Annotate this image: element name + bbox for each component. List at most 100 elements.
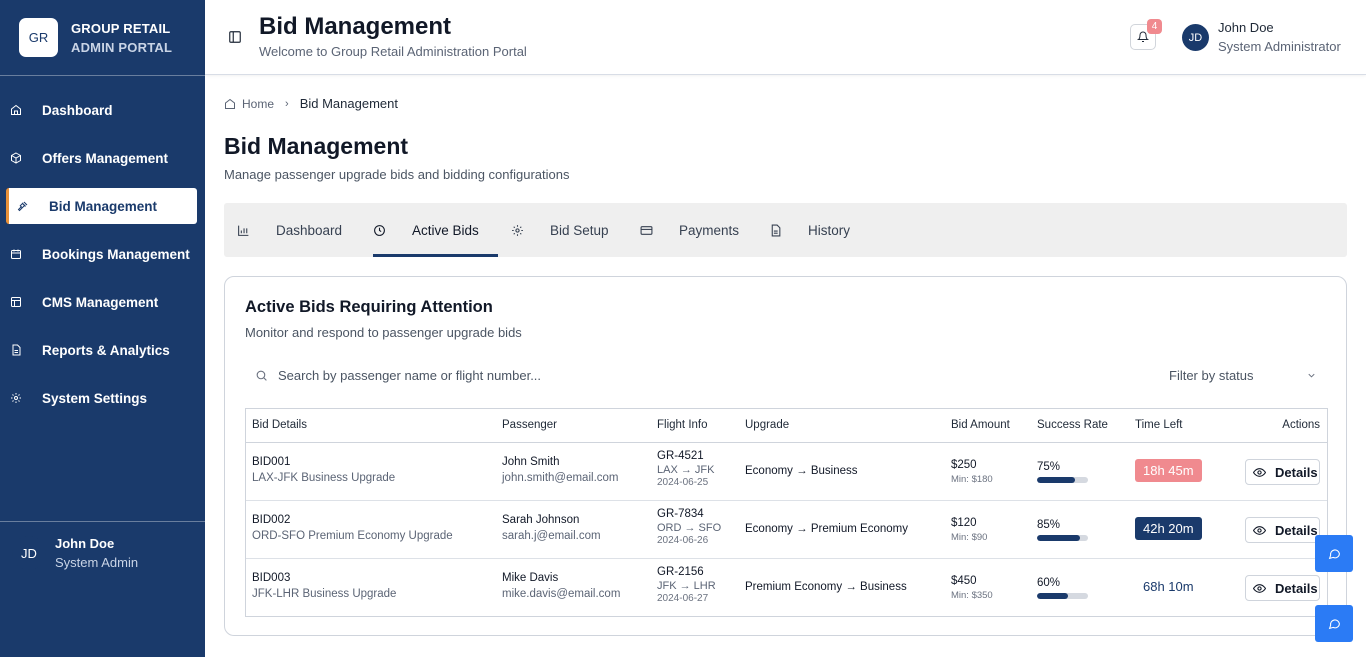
- passenger-name: Mike Davis: [502, 572, 559, 584]
- flight-cell: GR-2156 JFK → LHR 2024-06-27: [657, 566, 716, 604]
- search-input[interactable]: [278, 367, 878, 383]
- upgrade-cell: Economy → Premium Economy: [745, 523, 908, 535]
- status-filter-select[interactable]: Filter by status: [1169, 360, 1329, 390]
- gavel-icon: [17, 200, 29, 212]
- tab-bid-setup[interactable]: Bid Setup: [511, 203, 609, 257]
- passenger-email: sarah.j@email.com: [502, 530, 601, 542]
- sidebar-item-cms[interactable]: CMS Management: [0, 284, 205, 320]
- flight-date: 2024-06-26: [657, 535, 709, 546]
- details-button[interactable]: Details: [1245, 575, 1320, 601]
- brand: GR GROUP RETAIL ADMIN PORTAL: [0, 0, 205, 76]
- table-header: Bid Details Passenger Flight Info Upgrad…: [246, 409, 1327, 443]
- col-bid-amount: Bid Amount: [951, 419, 1010, 431]
- success-rate-cell: 75%: [1037, 461, 1088, 483]
- file-text-icon: [771, 224, 781, 236]
- sidebar-item-bookings[interactable]: Bookings Management: [0, 236, 205, 272]
- flight-number: GR-2156: [657, 566, 704, 578]
- tab-label: Dashboard: [276, 222, 343, 238]
- bid-amount: $450: [951, 575, 977, 587]
- flight-number: GR-7834: [657, 508, 704, 520]
- brand-line2: ADMIN PORTAL: [71, 39, 173, 55]
- sidebar-item-settings[interactable]: System Settings: [0, 380, 205, 416]
- time-left-badge: 68h 10m: [1143, 579, 1194, 594]
- flight-route: ORD → SFO: [657, 522, 722, 534]
- sidebar-nav: Dashboard Offers Management Bid Manageme…: [0, 92, 205, 428]
- sidebar-item-dashboard[interactable]: Dashboard: [0, 92, 205, 128]
- amount-cell: $450 Min: $350: [951, 575, 993, 601]
- brand-line1: GROUP RETAIL: [71, 20, 171, 36]
- message-circle-icon: [1328, 619, 1340, 630]
- bids-table: Bid Details Passenger Flight Info Upgrad…: [245, 408, 1328, 617]
- success-rate-bar: [1037, 535, 1088, 541]
- time-left-badge: 42h 20m: [1135, 517, 1202, 540]
- tab-active-bids[interactable]: Active Bids: [373, 203, 479, 257]
- upgrade-cell: Economy → Business: [745, 465, 858, 477]
- sidebar-item-offers[interactable]: Offers Management: [0, 140, 205, 176]
- table-row: BID003 JFK-LHR Business Upgrade Mike Dav…: [246, 559, 1327, 616]
- bid-id: BID001: [252, 456, 291, 468]
- tab-history[interactable]: History: [769, 203, 850, 257]
- success-rate-bar: [1037, 593, 1088, 599]
- top-header: Bid Management Welcome to Group Retail A…: [205, 0, 1366, 75]
- success-rate-cell: 60%: [1037, 577, 1088, 599]
- details-button[interactable]: Details: [1245, 459, 1320, 485]
- chat-button-secondary[interactable]: [1315, 605, 1353, 642]
- sidebar-user-role: System Admin: [55, 555, 139, 570]
- sidebar-toggle-icon[interactable]: [228, 30, 242, 44]
- sidebar-item-bid-management[interactable]: Bid Management: [6, 188, 197, 224]
- active-tab-indicator: [373, 254, 498, 257]
- tab-label: Active Bids: [412, 222, 479, 238]
- sidebar-item-label: Bookings Management: [42, 246, 190, 262]
- details-button[interactable]: Details: [1245, 517, 1320, 543]
- bid-id: BID002: [252, 514, 291, 526]
- flight-date: 2024-06-27: [657, 593, 709, 604]
- passenger-email: mike.davis@email.com: [502, 588, 621, 600]
- col-bid-details: Bid Details: [252, 419, 307, 431]
- active-bids-card: Active Bids Requiring Attention Monitor …: [224, 276, 1347, 636]
- col-passenger: Passenger: [502, 419, 557, 431]
- col-time-left: Time Left: [1135, 419, 1183, 431]
- flight-number: GR-4521: [657, 450, 704, 462]
- header-user-name: John Doe: [1218, 20, 1274, 35]
- bid-details-cell: BID002 ORD-SFO Premium Economy Upgrade: [252, 514, 453, 542]
- sidebar-user[interactable]: JD John Doe System Admin: [0, 521, 205, 584]
- card-description: Monitor and respond to passenger upgrade…: [245, 325, 522, 340]
- sidebar-user-name: John Doe: [55, 536, 115, 551]
- page-title: Bid Management: [224, 133, 409, 159]
- passenger-name: John Smith: [502, 456, 560, 468]
- sidebar-item-reports[interactable]: Reports & Analytics: [0, 332, 205, 368]
- flight-date: 2024-06-25: [657, 477, 709, 488]
- passenger-email: john.smith@email.com: [502, 472, 619, 484]
- details-label: Details: [1275, 464, 1318, 480]
- upgrade-cell: Premium Economy → Business: [745, 581, 907, 593]
- filter-label: Filter by status: [1169, 367, 1254, 383]
- col-upgrade: Upgrade: [745, 419, 790, 431]
- sidebar: GR GROUP RETAIL ADMIN PORTAL Dashboard O…: [0, 0, 205, 657]
- tab-dashboard[interactable]: Dashboard: [237, 203, 342, 257]
- home-icon: [10, 104, 22, 116]
- bid-details-cell: BID001 LAX-JFK Business Upgrade: [252, 456, 395, 484]
- success-rate-value: 85%: [1037, 519, 1061, 531]
- header-subtitle: Welcome to Group Retail Administration P…: [259, 44, 527, 59]
- col-actions: Actions: [1282, 419, 1320, 431]
- chevron-down-icon: [1308, 373, 1315, 378]
- flight-route: LAX → JFK: [657, 464, 715, 476]
- breadcrumb-home[interactable]: Home: [242, 97, 274, 111]
- flight-cell: GR-4521 LAX → JFK 2024-06-25: [657, 450, 714, 488]
- clock-icon: [374, 224, 385, 236]
- header-user-role: System Administrator: [1218, 39, 1341, 54]
- sidebar-item-label: Reports & Analytics: [42, 342, 170, 358]
- tab-label: Bid Setup: [550, 222, 609, 238]
- bid-id: BID003: [252, 572, 291, 584]
- passenger-name: Sarah Johnson: [502, 514, 580, 526]
- table-row: BID002 ORD-SFO Premium Economy Upgrade S…: [246, 501, 1327, 559]
- search-field[interactable]: [245, 360, 945, 390]
- avatar[interactable]: JD: [1182, 24, 1209, 51]
- success-rate-fill: [1037, 593, 1068, 599]
- sidebar-item-label: System Settings: [42, 390, 148, 406]
- tab-payments[interactable]: Payments: [640, 203, 739, 257]
- min-amount: Min: $180: [951, 474, 993, 485]
- amount-cell: $120 Min: $90: [951, 517, 987, 543]
- chat-button[interactable]: [1315, 535, 1353, 572]
- bid-details-cell: BID003 JFK-LHR Business Upgrade: [252, 572, 396, 600]
